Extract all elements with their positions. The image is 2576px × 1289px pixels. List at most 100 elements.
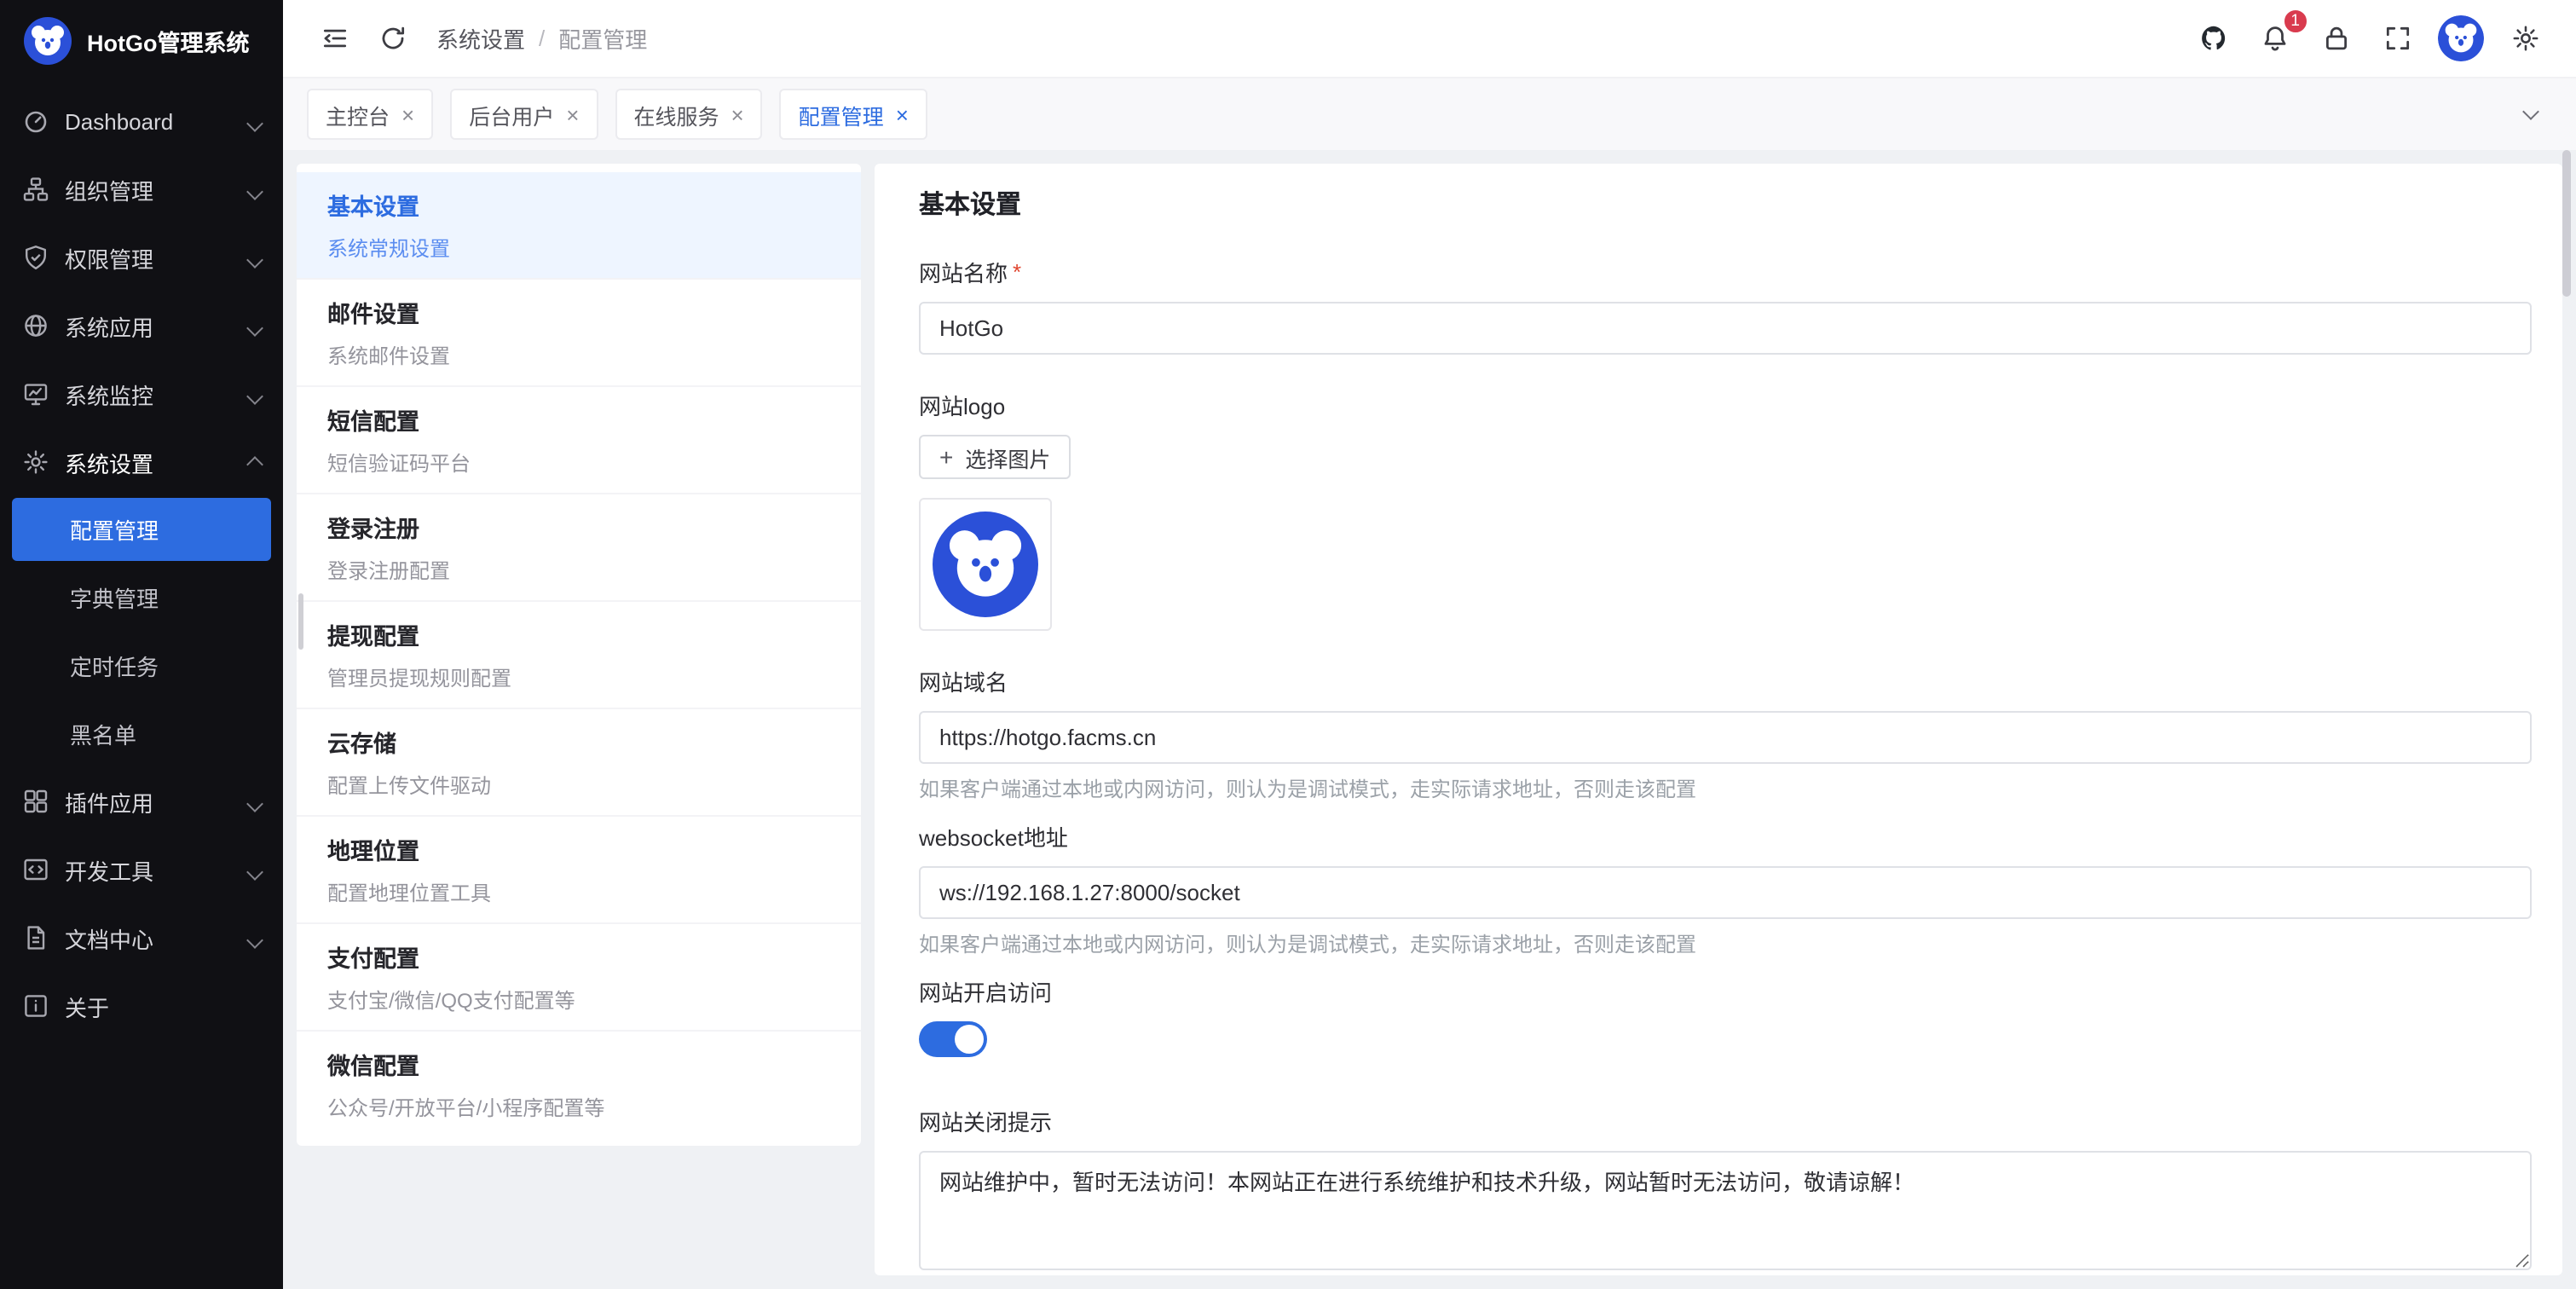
page-scrollbar-thumb[interactable]: [2562, 150, 2571, 297]
dashboard-icon: [22, 107, 49, 135]
lock-icon[interactable]: [2308, 11, 2363, 66]
close-tip-textarea[interactable]: [919, 1151, 2532, 1270]
choose-image-label: 选择图片: [965, 441, 1050, 473]
breadcrumb: 系统设置 / 配置管理: [436, 22, 647, 55]
fullscreen-icon[interactable]: [2370, 11, 2424, 66]
entry-title: 邮件设置: [327, 295, 830, 329]
breadcrumb-page: 配置管理: [558, 22, 647, 55]
websocket-input[interactable]: [919, 866, 2532, 919]
close-icon[interactable]: ×: [731, 103, 743, 125]
chevron-down-icon: [249, 176, 261, 202]
sidebar-item-system-settings[interactable]: 系统设置: [0, 428, 283, 496]
sidebar-item-about[interactable]: 关于: [0, 972, 283, 1040]
settings-scrollbar-thumb[interactable]: [298, 593, 303, 650]
user-avatar[interactable]: [2438, 15, 2484, 61]
shield-icon: [22, 244, 49, 271]
sidebar-item-system-apps[interactable]: 系统应用: [0, 292, 283, 360]
sidebar-item-label: 关于: [65, 990, 109, 1022]
site-logo-label: 网站logo: [919, 389, 2532, 421]
sidebar-item-label: 系统设置: [65, 446, 153, 478]
system-settings-submenu: 配置管理 字典管理 定时任务 黑名单: [0, 498, 283, 767]
tab-label: 后台用户: [469, 98, 554, 130]
globe-icon: [22, 312, 49, 339]
site-domain-help: 如果客户端通过本地或内网访问，则认为是调试模式，走实际请求地址，否则走该配置: [919, 774, 2532, 803]
sidebar-item-permissions[interactable]: 权限管理: [0, 223, 283, 292]
settings-nav-cloud-storage[interactable]: 云存储 配置上传文件驱动: [297, 709, 861, 817]
chevron-up-icon: [249, 449, 261, 475]
tabs-dropdown-chevron-icon[interactable]: [2508, 92, 2552, 136]
settings-gear-icon[interactable]: [2498, 11, 2552, 66]
toggle-knob: [955, 1025, 984, 1054]
plugin-grid-icon: [22, 788, 49, 815]
entry-subtitle: 系统邮件设置: [327, 341, 830, 370]
app-logo[interactable]: HotGo管理系统: [0, 0, 283, 80]
tab-label: 在线服务: [633, 98, 719, 130]
tab-online-service[interactable]: 在线服务 ×: [615, 89, 762, 140]
sidebar-subitem-config-management[interactable]: 配置管理: [12, 498, 271, 561]
site-access-label: 网站开启访问: [919, 975, 2532, 1008]
sidebar-subitem-cron-tasks[interactable]: 定时任务: [0, 631, 283, 699]
sidebar-item-monitoring[interactable]: 系统监控: [0, 360, 283, 428]
settings-nav-withdrawal[interactable]: 提现配置 管理员提现规则配置: [297, 602, 861, 709]
content-area: 基本设置 系统常规设置 邮件设置 系统邮件设置 短信配置 短信验证码平台 登录注…: [283, 150, 2576, 1289]
entry-subtitle: 短信验证码平台: [327, 448, 830, 477]
sidebar-item-label: 文档中心: [65, 922, 153, 954]
sidebar: HotGo管理系统 Dashboard 组织管理 权限管理 系统应用: [0, 0, 283, 1289]
entry-title: 微信配置: [327, 1047, 830, 1081]
tab-dashboard[interactable]: 主控台 ×: [307, 89, 433, 140]
sidebar-item-plugins[interactable]: 插件应用: [0, 767, 283, 835]
org-icon: [22, 176, 49, 203]
plus-icon: +: [939, 443, 953, 471]
settings-nav-basic[interactable]: 基本设置 系统常规设置: [297, 172, 861, 280]
notifications-bell-icon[interactable]: 1: [2247, 11, 2302, 66]
site-logo-preview[interactable]: [919, 498, 1052, 631]
choose-image-button[interactable]: + 选择图片: [919, 435, 1071, 479]
main-column: 系统设置 / 配置管理 1 主: [283, 0, 2576, 1289]
entry-subtitle: 配置上传文件驱动: [327, 771, 830, 800]
chevron-down-icon: [249, 245, 261, 270]
sidebar-item-dev-tools[interactable]: 开发工具: [0, 835, 283, 904]
sidebar-collapse-icon[interactable]: [307, 11, 361, 66]
sidebar-menu: Dashboard 组织管理 权限管理 系统应用 系统监控: [0, 80, 283, 1289]
websocket-label: websocket地址: [919, 820, 2532, 853]
chevron-down-icon: [249, 108, 261, 134]
sidebar-subitem-blacklist[interactable]: 黑名单: [0, 699, 283, 767]
tab-admin-users[interactable]: 后台用户 ×: [450, 89, 598, 140]
breadcrumb-section[interactable]: 系统设置: [436, 22, 525, 55]
sidebar-item-docs-center[interactable]: 文档中心: [0, 904, 283, 972]
settings-nav-login-register[interactable]: 登录注册 登录注册配置: [297, 494, 861, 602]
chevron-down-icon: [249, 313, 261, 338]
settings-nav-geolocation[interactable]: 地理位置 配置地理位置工具: [297, 817, 861, 924]
site-name-input[interactable]: [919, 302, 2532, 355]
close-icon[interactable]: ×: [566, 103, 579, 125]
settings-nav-wechat[interactable]: 微信配置 公众号/开放平台/小程序配置等: [297, 1032, 861, 1137]
sidebar-subitem-dictionary[interactable]: 字典管理: [0, 563, 283, 631]
info-icon: [22, 992, 49, 1020]
sidebar-item-organization[interactable]: 组织管理: [0, 155, 283, 223]
site-logo-image: [933, 512, 1038, 617]
sidebar-item-dashboard[interactable]: Dashboard: [0, 87, 283, 155]
document-icon: [22, 924, 49, 951]
close-icon[interactable]: ×: [401, 103, 414, 125]
gear-icon: [22, 448, 49, 476]
sidebar-item-label: 字典管理: [70, 581, 159, 613]
site-domain-label: 网站域名: [919, 665, 2532, 697]
sidebar-item-label: Dashboard: [65, 108, 173, 134]
tab-config-management[interactable]: 配置管理 ×: [780, 89, 927, 140]
refresh-icon[interactable]: [365, 11, 419, 66]
settings-nav-sms[interactable]: 短信配置 短信验证码平台: [297, 387, 861, 494]
sidebar-item-label: 组织管理: [65, 173, 153, 205]
settings-nav-email[interactable]: 邮件设置 系统邮件设置: [297, 280, 861, 387]
site-access-toggle[interactable]: [919, 1021, 987, 1057]
sidebar-item-label: 黑名单: [70, 717, 136, 749]
site-domain-input[interactable]: [919, 711, 2532, 764]
chevron-down-icon: [249, 381, 261, 407]
close-icon[interactable]: ×: [896, 103, 909, 125]
settings-nav-payment[interactable]: 支付配置 支付宝/微信/QQ支付配置等: [297, 924, 861, 1032]
tab-label: 配置管理: [799, 98, 884, 130]
entry-subtitle: 配置地理位置工具: [327, 878, 830, 907]
sidebar-item-label: 系统监控: [65, 378, 153, 410]
sidebar-item-label: 开发工具: [65, 853, 153, 886]
tab-label: 主控台: [326, 98, 390, 130]
github-icon[interactable]: [2186, 11, 2240, 66]
